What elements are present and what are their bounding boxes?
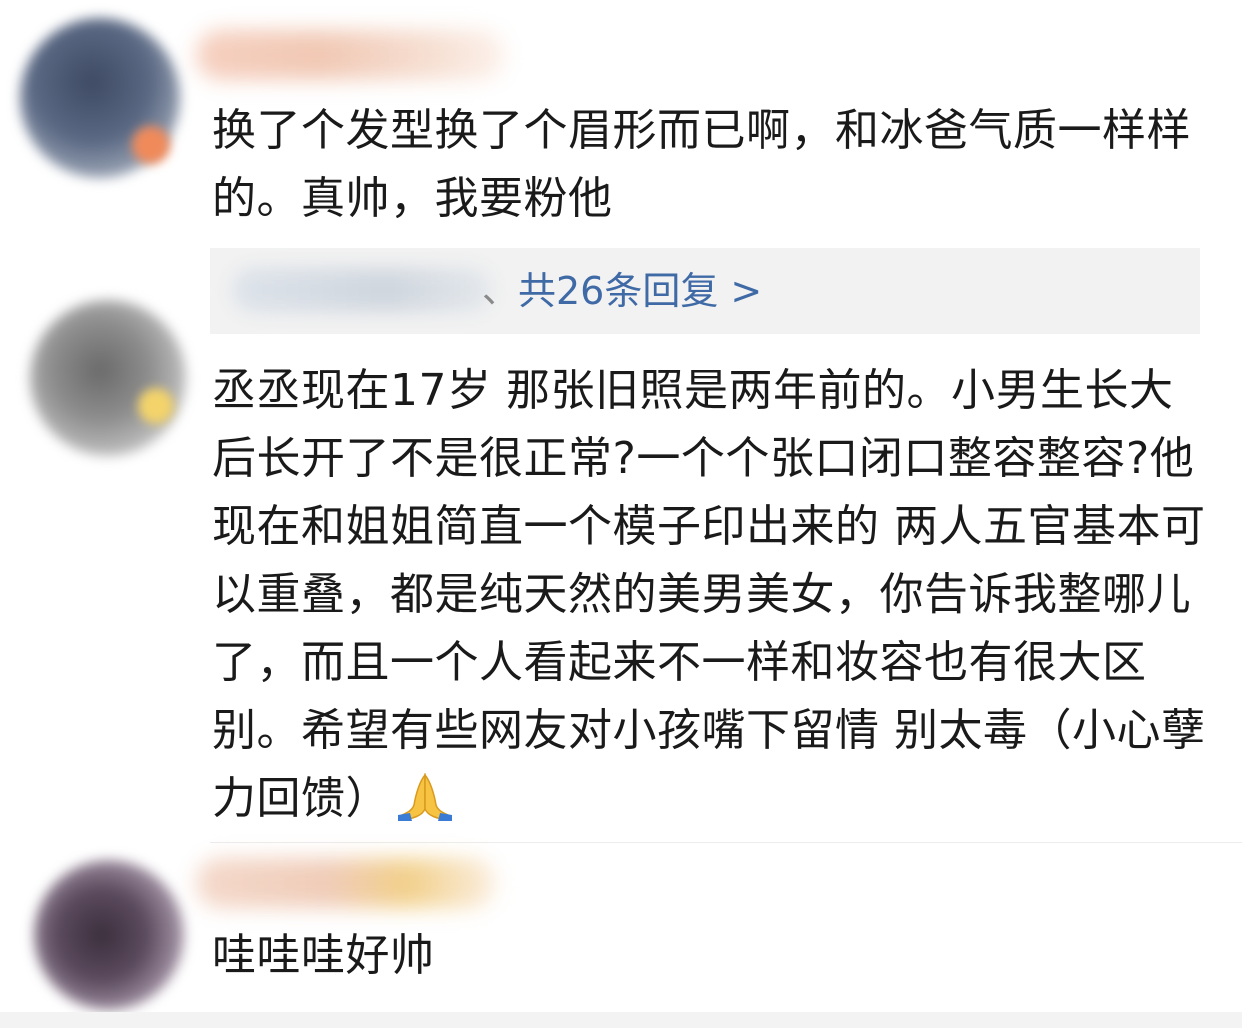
comment-item-3: 哇哇哇好帅 <box>0 844 1242 1012</box>
avatar[interactable] <box>34 860 184 1010</box>
avatar[interactable] <box>30 300 186 456</box>
username[interactable] <box>196 30 506 80</box>
comment-text: 换了个发型换了个眉形而已啊，和冰爸气质一样样的。真帅，我要粉他 <box>212 105 1191 224</box>
avatar-badge <box>132 126 170 164</box>
avatar-badge <box>138 388 174 424</box>
username[interactable] <box>196 858 496 908</box>
comment-text: 哇哇哇好帅 <box>212 930 435 981</box>
comment-text: 丞丞现在17岁 那张旧照是两年前的。小男生长大后长开了不是很正常?一个个张口闭口… <box>212 357 1212 833</box>
comment-item-2: 丞丞现在17岁 那张旧照是两年前的。小男生长大后长开了不是很正常?一个个张口闭口… <box>0 280 1242 840</box>
bottom-edge <box>0 1012 1242 1028</box>
divider <box>210 842 1242 843</box>
comment-text-body: 丞丞现在17岁 那张旧照是两年前的。小男生长大后长开了不是很正常?一个个张口闭口… <box>212 365 1206 824</box>
comment-item-1: 换了个发型换了个眉形而已啊，和冰爸气质一样样的。真帅，我要粉他 <box>0 0 1242 240</box>
folded-hands-icon <box>398 772 452 821</box>
